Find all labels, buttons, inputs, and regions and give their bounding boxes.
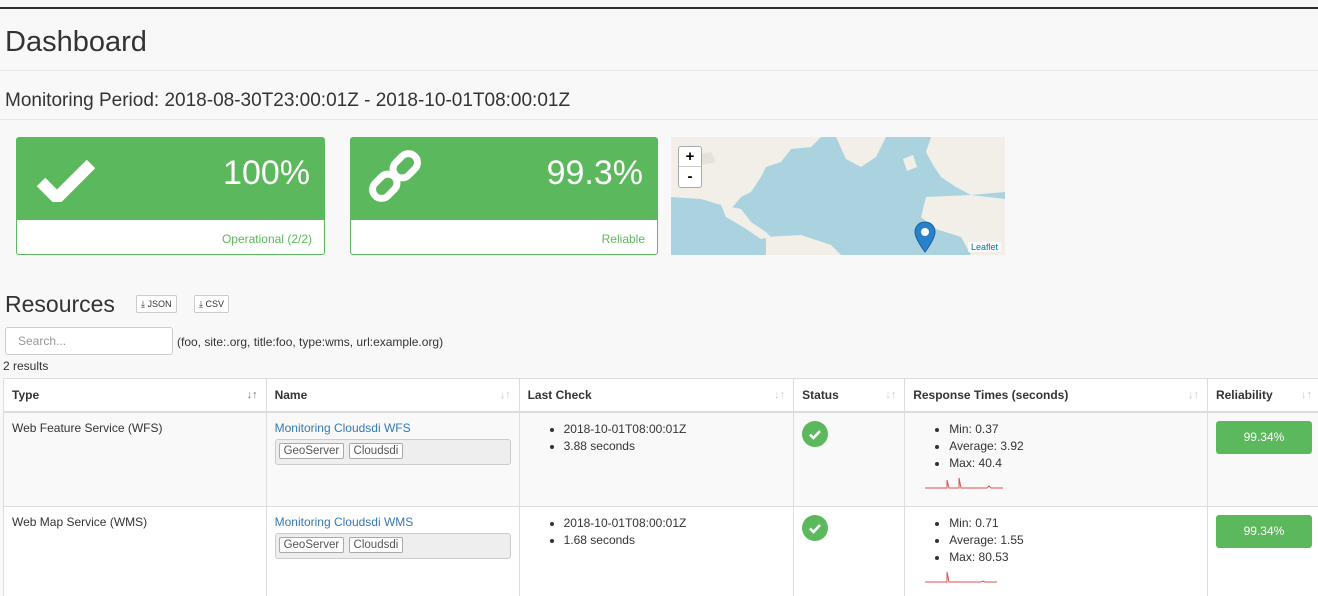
download-icon: ⤓ bbox=[141, 299, 145, 309]
response-sparkline bbox=[925, 571, 998, 583]
column-header-name[interactable]: Name ↓↑ bbox=[265, 378, 520, 413]
column-header-response-times[interactable]: Response Times (seconds) ↓↑ bbox=[904, 378, 1208, 413]
map-zoom-control: + - bbox=[678, 146, 702, 188]
column-header-status[interactable]: Status ↓↑ bbox=[793, 378, 906, 413]
tag-list: GeoServer Cloudsdi bbox=[274, 438, 511, 465]
column-header-reliability[interactable]: Reliability ↓↑ bbox=[1206, 378, 1318, 413]
tag[interactable]: Cloudsdi bbox=[348, 537, 404, 553]
tag[interactable]: GeoServer bbox=[278, 537, 345, 553]
top-border bbox=[0, 7, 1318, 9]
response-times-cell: Min: 0.37 Average: 3.92 Max: 40.4 bbox=[904, 411, 1208, 507]
status-cell bbox=[793, 411, 906, 507]
type-cell: Web Feature Service (WFS) bbox=[3, 411, 267, 507]
operational-panel: 100% Operational (2/2) bbox=[16, 137, 325, 255]
last-check-cell: 2018-10-01T08:00:01Z 1.68 seconds bbox=[518, 506, 795, 596]
map-attribution-link[interactable]: Leaflet bbox=[968, 242, 1002, 252]
sort-icon: ↓↑ bbox=[1301, 389, 1312, 401]
link-icon bbox=[369, 150, 421, 202]
name-cell: Monitoring Cloudsdi WMS GeoServer Clouds… bbox=[265, 506, 520, 596]
search-hint: (foo, site:.org, title:foo, type:wms, ur… bbox=[177, 335, 444, 349]
name-cell: Monitoring Cloudsdi WFS GeoServer Clouds… bbox=[265, 411, 520, 507]
column-header-last-check[interactable]: Last Check ↓↑ bbox=[518, 378, 795, 413]
reliable-panel: 99.3% Reliable bbox=[350, 137, 658, 255]
response-max: Max: 40.4 bbox=[949, 455, 1199, 472]
monitoring-period: Monitoring Period: 2018-08-30T23:00:01Z … bbox=[5, 90, 571, 111]
page-title: Dashboard bbox=[5, 26, 147, 58]
reliable-label: Reliable bbox=[601, 232, 645, 246]
zoom-in-button[interactable]: + bbox=[679, 147, 701, 167]
response-average: Average: 1.55 bbox=[949, 532, 1199, 549]
last-check-duration: 1.68 seconds bbox=[564, 532, 786, 549]
download-json-button[interactable]: ⤓ JSON bbox=[136, 295, 177, 313]
last-check-cell: 2018-10-01T08:00:01Z 3.88 seconds bbox=[518, 411, 795, 507]
download-csv-button[interactable]: ⤓ CSV bbox=[194, 295, 230, 313]
map-tiles bbox=[671, 137, 1005, 255]
sort-icon: ↓↑ bbox=[1187, 389, 1199, 401]
reliable-panel-heading: 99.3% bbox=[351, 138, 657, 220]
type-cell: Web Map Service (WMS) bbox=[3, 506, 267, 596]
zoom-out-button[interactable]: - bbox=[679, 167, 701, 187]
response-min: Min: 0.71 bbox=[949, 515, 1199, 532]
reliability-badge[interactable]: 99.34% bbox=[1215, 420, 1312, 454]
operational-panel-heading: 100% bbox=[17, 138, 324, 220]
divider bbox=[0, 70, 1318, 71]
table-row: Web Feature Service (WFS) Monitoring Clo… bbox=[3, 411, 1318, 507]
response-times-cell: Min: 0.71 Average: 1.55 Max: 80.53 bbox=[904, 506, 1208, 596]
status-ok-icon bbox=[802, 515, 829, 541]
table-row: Web Map Service (WMS) Monitoring Cloudsd… bbox=[3, 506, 1318, 596]
status-cell bbox=[793, 506, 906, 596]
resources-heading: Resources bbox=[5, 291, 115, 317]
response-sparkline bbox=[925, 477, 1004, 488]
tag[interactable]: GeoServer bbox=[278, 442, 345, 459]
result-count: 2 results bbox=[3, 359, 49, 373]
response-average: Average: 3.92 bbox=[949, 438, 1199, 455]
reliability-badge[interactable]: 99.34% bbox=[1215, 515, 1312, 548]
map[interactable] bbox=[671, 137, 1005, 255]
last-check-time: 2018-10-01T08:00:01Z bbox=[564, 421, 786, 438]
resource-link[interactable]: Monitoring Cloudsdi WFS bbox=[275, 421, 411, 435]
response-max: Max: 80.53 bbox=[949, 549, 1199, 566]
operational-value: 100% bbox=[223, 154, 310, 192]
sort-icon: ↓↑ bbox=[774, 389, 786, 401]
sort-icon: ↓↑ bbox=[499, 389, 511, 401]
tag-list: GeoServer Cloudsdi bbox=[274, 533, 511, 559]
search-input[interactable] bbox=[5, 327, 173, 355]
response-min: Min: 0.37 bbox=[949, 421, 1199, 438]
reliable-value: 99.3% bbox=[546, 154, 643, 192]
sort-asc-icon: ↓↑ bbox=[246, 389, 258, 401]
reliability-cell: 99.34% bbox=[1206, 506, 1318, 596]
status-ok-icon bbox=[802, 420, 829, 447]
column-header-type[interactable]: Type ↓↑ bbox=[3, 378, 267, 413]
sort-icon: ↓↑ bbox=[885, 389, 897, 401]
divider bbox=[0, 119, 1318, 120]
map-marker-icon[interactable] bbox=[914, 221, 936, 253]
check-icon bbox=[37, 159, 95, 202]
reliability-cell: 99.34% bbox=[1206, 411, 1318, 507]
resources-table: Type ↓↑ Name ↓↑ Last Check ↓↑ Status ↓↑ Resp… bbox=[3, 378, 1318, 596]
resource-link[interactable]: Monitoring Cloudsdi WMS bbox=[275, 515, 414, 529]
tag[interactable]: Cloudsdi bbox=[348, 442, 404, 459]
last-check-time: 2018-10-01T08:00:01Z bbox=[564, 515, 786, 532]
operational-label: Operational (2/2) bbox=[221, 232, 312, 246]
download-icon: ⤓ bbox=[199, 299, 203, 309]
last-check-duration: 3.88 seconds bbox=[564, 438, 786, 455]
